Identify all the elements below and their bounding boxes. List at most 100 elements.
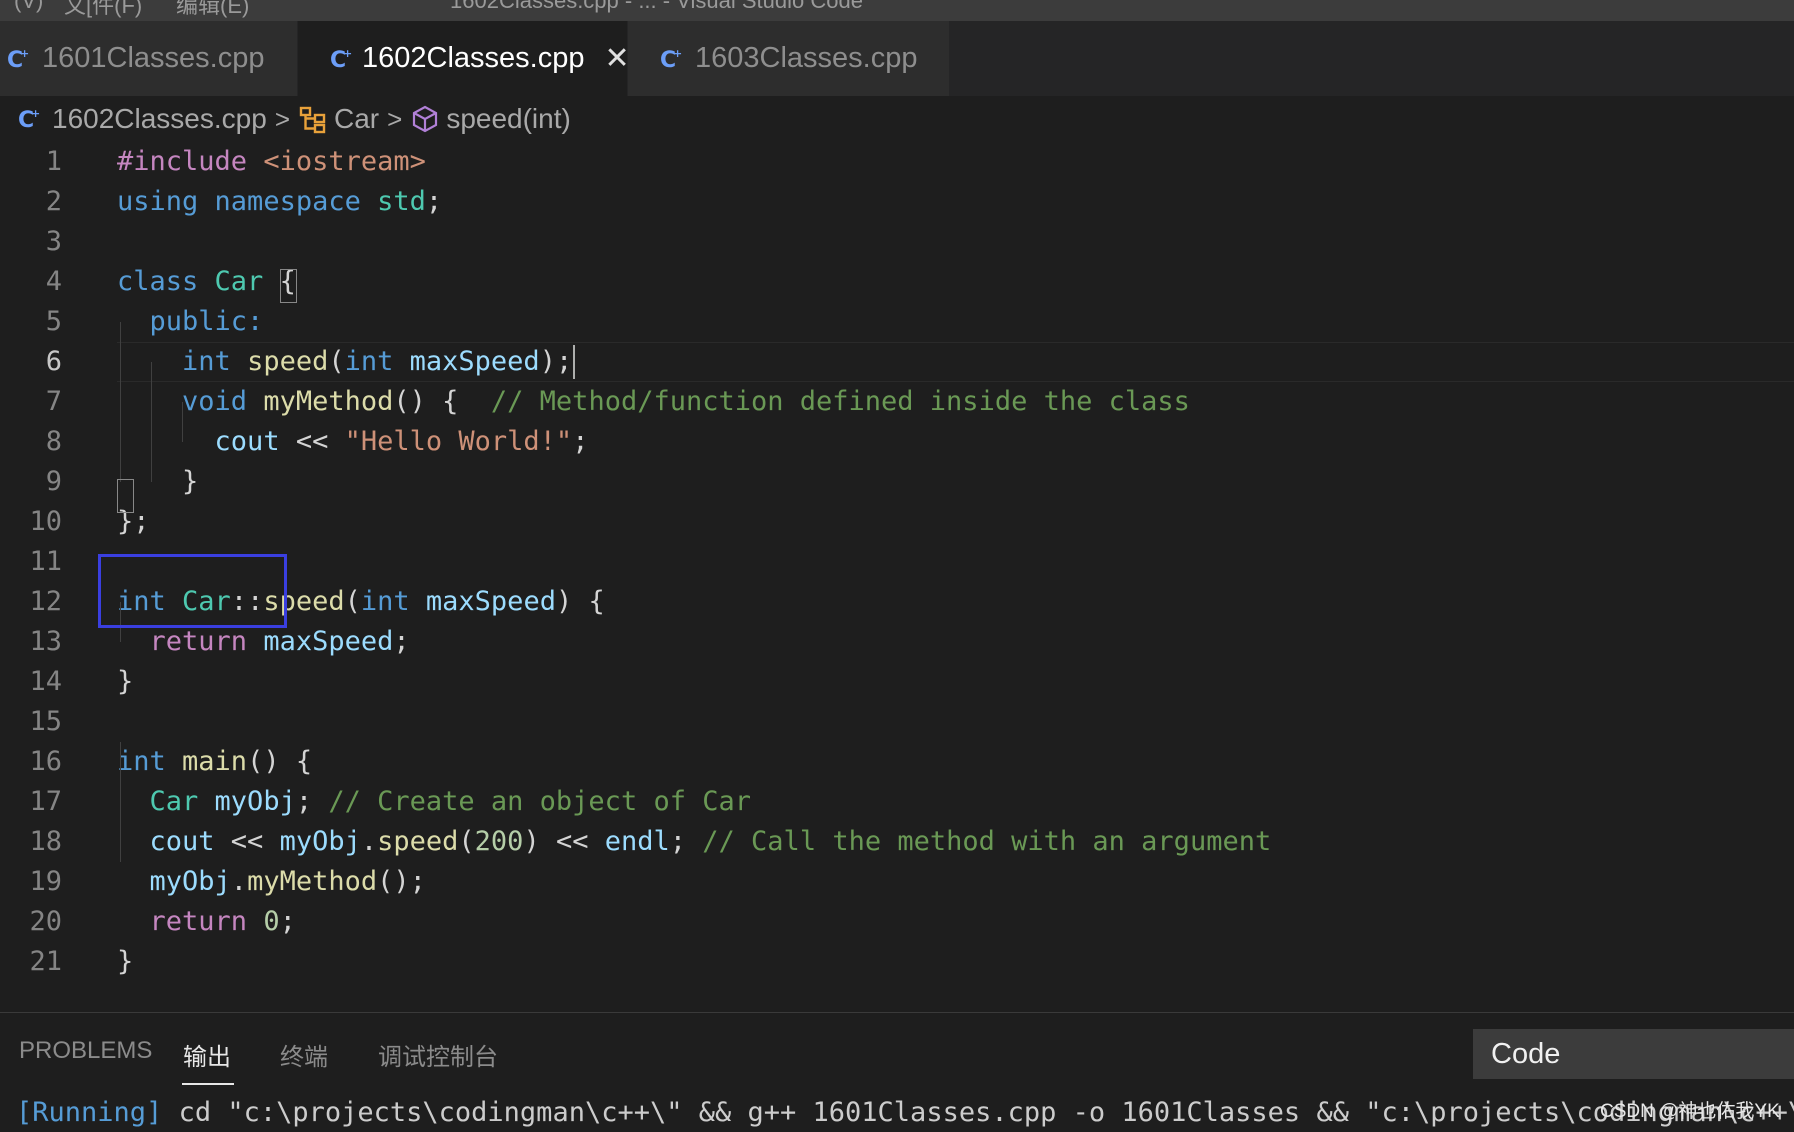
menu-item-edit[interactable]: 编辑(E) — [176, 0, 249, 20]
menu-item-file[interactable]: 文[件(F) — [64, 0, 142, 20]
current-line-highlight — [117, 342, 1794, 382]
code-line[interactable]: 17 Car myObj; // Create an object of Car — [0, 782, 1794, 822]
chevron-right-icon: > — [387, 103, 403, 134]
code-line[interactable]: 18 cout << myObj.speed(200) << endl; // … — [0, 822, 1794, 862]
line-number: 12 — [29, 586, 62, 617]
tab-1601classes[interactable]: C + 1601Classes.cpp — [0, 21, 298, 96]
indent-guide — [182, 402, 183, 442]
class-symbol-icon — [298, 104, 328, 134]
breadcrumb-class[interactable]: Car — [298, 103, 379, 135]
code-token: namespace — [214, 186, 378, 217]
breadcrumb-file-label: 1602Classes.cpp — [52, 103, 267, 134]
menu-item-view[interactable]: (V) — [14, 0, 43, 14]
code-token: int — [360, 586, 426, 617]
code-token: return — [149, 906, 264, 937]
title-bar: (V) 文[件(F) 编辑(E) 1602Classes.cpp - ... -… — [0, 0, 1794, 21]
line-code: class Car { — [117, 262, 296, 302]
code-line[interactable]: 20 return 0; — [0, 902, 1794, 942]
code-line[interactable]: 4 class Car { — [0, 262, 1794, 302]
code-line[interactable]: 15 — [0, 702, 1794, 742]
close-icon[interactable]: ✕ — [604, 43, 629, 74]
code-token: . — [360, 826, 378, 857]
code-token: ) { — [555, 586, 605, 617]
window-title: 1602Classes.cpp - ... - Visual Studio Co… — [450, 0, 863, 13]
code-token: myMethod — [263, 386, 394, 417]
code-token: "Hello World!" — [344, 426, 573, 457]
line-number: 17 — [29, 786, 62, 817]
line-number: 2 — [45, 186, 62, 217]
line-number: 16 — [29, 746, 62, 777]
indent-guide — [120, 322, 121, 482]
code-line[interactable]: 19 myObj.myMethod(); — [0, 862, 1794, 902]
indent-guide — [120, 742, 121, 862]
code-line[interactable]: 2 using namespace std; — [0, 182, 1794, 222]
code-token: using — [117, 186, 215, 217]
line-code: return 0; — [117, 902, 296, 942]
code-line[interactable]: 9 } — [0, 462, 1794, 502]
code-token: // Create an object of Car — [328, 786, 751, 817]
svg-text:+: + — [20, 47, 29, 60]
code-token: Car — [214, 266, 280, 297]
code-token: ; — [669, 826, 703, 857]
tab-debug-console[interactable]: 调试控制台 — [378, 1037, 498, 1072]
code-line[interactable]: 8 cout << "Hello World!"; — [0, 422, 1794, 462]
code-token: // Call the method with an argument — [702, 826, 1272, 857]
line-code: } — [117, 662, 133, 702]
line-code: int main() { — [117, 742, 312, 782]
cpp-file-icon: C + — [16, 105, 44, 133]
code-token: } — [117, 946, 134, 977]
line-code: myObj.myMethod(); — [117, 862, 426, 902]
line-number: 5 — [45, 306, 62, 337]
code-line[interactable]: 3 — [0, 222, 1794, 262]
code-token: ; — [279, 906, 296, 937]
editor-tab-bar: C + 1601Classes.cpp C + 1602Classes.cpp ✕ … — [0, 21, 1794, 96]
code-token: // Method/function defined inside the cl… — [490, 386, 1190, 417]
code-line[interactable]: 10}; — [0, 502, 1794, 542]
text-cursor — [573, 345, 575, 379]
code-line[interactable]: 13 return maxSpeed; — [0, 622, 1794, 662]
code-token: maxSpeed — [425, 586, 556, 617]
line-number: 11 — [29, 546, 62, 577]
line-code: Car myObj; // Create an object of Car — [117, 782, 751, 822]
tab-terminal[interactable]: 终端 — [280, 1037, 328, 1072]
code-token: void — [182, 386, 264, 417]
bottom-panel: PROBLEMS 输出 终端 调试控制台 Code [Running] cd "… — [0, 1012, 1794, 1132]
line-number: 13 — [29, 626, 62, 657]
code-token: Car — [149, 786, 215, 817]
line-number: 19 — [29, 866, 62, 897]
tab-label: 1602Classes.cpp — [362, 42, 585, 74]
code-token: return — [149, 626, 264, 657]
tab-1602classes[interactable]: C + 1602Classes.cpp ✕ — [298, 21, 630, 96]
tab-output[interactable]: 输出 — [183, 1037, 231, 1072]
code-line[interactable]: 1 #include <iostream> — [0, 142, 1794, 182]
code-line[interactable]: 5 public: — [0, 302, 1794, 342]
code-token: () { — [247, 746, 313, 777]
line-code: void myMethod() { // Method/function def… — [117, 382, 1190, 422]
line-number: 1 — [45, 146, 62, 177]
code-token: myMethod — [247, 866, 378, 897]
breadcrumb-file[interactable]: C + 1602Classes.cpp — [16, 103, 267, 135]
tab-problems[interactable]: PROBLEMS — [19, 1037, 152, 1065]
code-line[interactable]: 14} — [0, 662, 1794, 702]
code-token: speed — [377, 826, 459, 857]
output-channel-select[interactable]: Code — [1473, 1029, 1794, 1079]
code-line[interactable]: 21} — [0, 942, 1794, 982]
code-token: main — [182, 746, 248, 777]
code-line[interactable]: 7 void myMethod() { // Method/function d… — [0, 382, 1794, 422]
breadcrumb-method[interactable]: speed(int) — [410, 103, 571, 135]
code-token: ( — [458, 826, 475, 857]
tab-1603classes[interactable]: C + 1603Classes.cpp — [628, 21, 950, 96]
code-line[interactable]: 16 int main() { — [0, 742, 1794, 782]
code-token: cout — [214, 426, 296, 457]
code-token: ; — [572, 426, 589, 457]
code-token: (); — [377, 866, 426, 897]
cpp-file-icon: C + — [2, 42, 36, 76]
line-number: 18 — [29, 826, 62, 857]
code-token: } — [117, 666, 134, 697]
chevron-right-icon: > — [274, 103, 290, 134]
line-number: 21 — [29, 946, 62, 977]
code-token: <iostream> — [263, 146, 426, 177]
bracket-match-open — [280, 269, 297, 303]
